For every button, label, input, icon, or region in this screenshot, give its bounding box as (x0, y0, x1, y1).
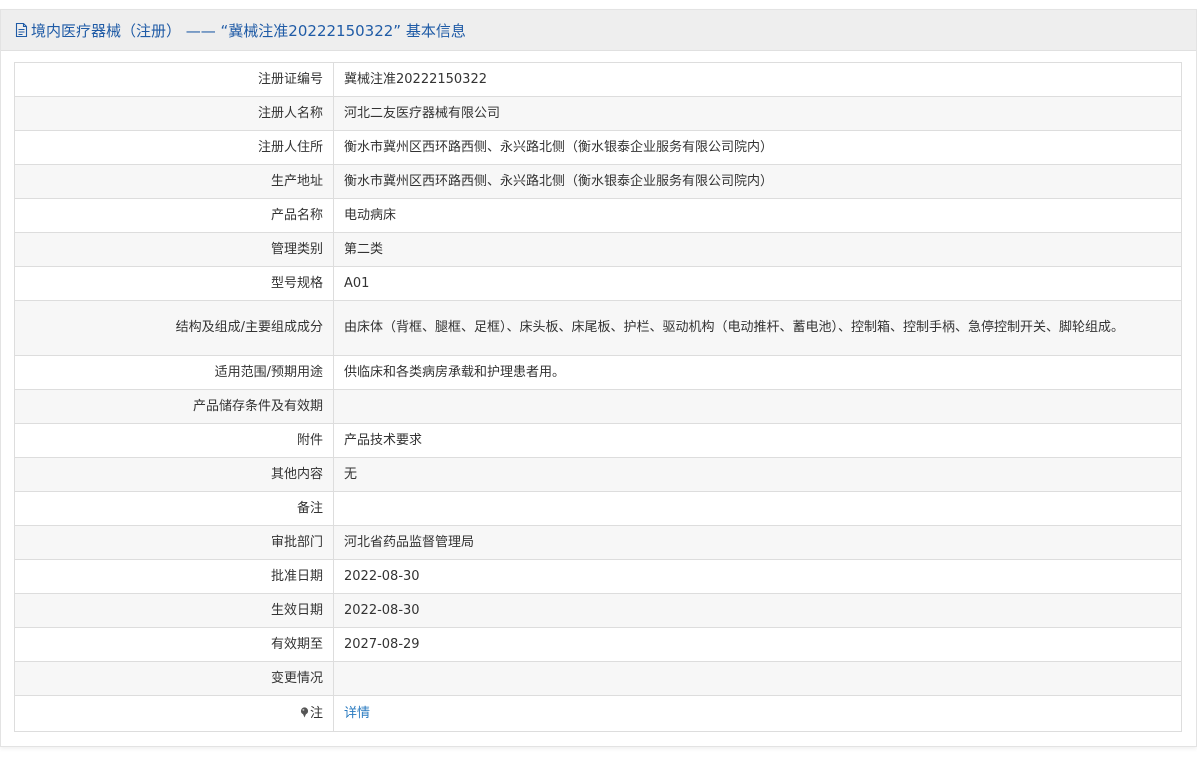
table-row: 产品储存条件及有效期 (14, 389, 1182, 424)
field-label: 其他内容 (14, 457, 334, 492)
field-label: 管理类别 (14, 232, 334, 267)
table-row: 备注 (14, 491, 1182, 526)
field-label: 生产地址 (14, 164, 334, 199)
note-row: 注 详情 (14, 695, 1182, 732)
field-value: 2027-08-29 (333, 627, 1182, 662)
table-row: 注册人名称 河北二友医疗器械有限公司 (14, 96, 1182, 131)
field-value (333, 661, 1182, 696)
field-label: 变更情况 (14, 661, 334, 696)
details-link[interactable]: 详情 (344, 706, 370, 721)
field-value: 衡水市冀州区西环路西侧、永兴路北侧（衡水银泰企业服务有限公司院内） (333, 130, 1182, 165)
table-row: 结构及组成/主要组成成分 由床体（背框、腿框、足框）、床头板、床尾板、护栏、驱动… (14, 300, 1182, 356)
table-row: 变更情况 (14, 661, 1182, 696)
field-label: 型号规格 (14, 266, 334, 301)
field-label: 注册证编号 (14, 62, 334, 97)
page-title: 境内医疗器械（注册） —— “冀械注准20222150322” 基本信息 (31, 21, 466, 40)
field-value: 河北二友医疗器械有限公司 (333, 96, 1182, 131)
field-label: 产品名称 (14, 198, 334, 233)
field-label: 产品储存条件及有效期 (14, 389, 334, 424)
table-row: 附件 产品技术要求 (14, 423, 1182, 458)
field-value (333, 389, 1182, 424)
panel-body: 注册证编号 冀械注准20222150322 注册人名称 河北二友医疗器械有限公司… (1, 51, 1196, 732)
info-table: 注册证编号 冀械注准20222150322 注册人名称 河北二友医疗器械有限公司… (14, 62, 1182, 732)
pin-icon (300, 706, 309, 717)
field-value (333, 491, 1182, 526)
table-row: 适用范围/预期用途 供临床和各类病房承载和护理患者用。 (14, 355, 1182, 390)
field-value: 产品技术要求 (333, 423, 1182, 458)
field-label: 注册人名称 (14, 96, 334, 131)
note-label: 注 (309, 705, 323, 721)
document-icon (15, 22, 28, 38)
field-label: 批准日期 (14, 559, 334, 594)
field-value: 河北省药品监督管理局 (333, 525, 1182, 560)
field-value: 衡水市冀州区西环路西侧、永兴路北侧（衡水银泰企业服务有限公司院内） (333, 164, 1182, 199)
table-row: 有效期至 2027-08-29 (14, 627, 1182, 662)
table-row: 审批部门 河北省药品监督管理局 (14, 525, 1182, 560)
field-value: 冀械注准20222150322 (333, 62, 1182, 97)
table-row: 生产地址 衡水市冀州区西环路西侧、永兴路北侧（衡水银泰企业服务有限公司院内） (14, 164, 1182, 199)
field-value: 电动病床 (333, 198, 1182, 233)
field-label: 审批部门 (14, 525, 334, 560)
table-row: 生效日期 2022-08-30 (14, 593, 1182, 628)
field-value: 供临床和各类病房承载和护理患者用。 (333, 355, 1182, 390)
table-row: 型号规格 A01 (14, 266, 1182, 301)
field-label: 生效日期 (14, 593, 334, 628)
field-label: 结构及组成/主要组成成分 (14, 300, 334, 356)
table-row: 产品名称 电动病床 (14, 198, 1182, 233)
field-value: 2022-08-30 (333, 559, 1182, 594)
field-value: A01 (333, 266, 1182, 301)
table-row: 批准日期 2022-08-30 (14, 559, 1182, 594)
field-label: 适用范围/预期用途 (14, 355, 334, 390)
field-value: 由床体（背框、腿框、足框）、床头板、床尾板、护栏、驱动机构（电动推杆、蓄电池）、… (333, 300, 1182, 356)
field-value: 第二类 (333, 232, 1182, 267)
table-row: 管理类别 第二类 (14, 232, 1182, 267)
registration-info-panel: 境内医疗器械（注册） —— “冀械注准20222150322” 基本信息 注册证… (0, 9, 1197, 747)
note-label-cell: 注 (14, 695, 334, 732)
table-row: 注册人住所 衡水市冀州区西环路西侧、永兴路北侧（衡水银泰企业服务有限公司院内） (14, 130, 1182, 165)
note-value-cell: 详情 (333, 695, 1182, 732)
field-label: 备注 (14, 491, 334, 526)
table-row: 其他内容 无 (14, 457, 1182, 492)
field-label: 注册人住所 (14, 130, 334, 165)
field-value: 无 (333, 457, 1182, 492)
table-row: 注册证编号 冀械注准20222150322 (14, 62, 1182, 97)
field-label: 附件 (14, 423, 334, 458)
field-label: 有效期至 (14, 627, 334, 662)
panel-header: 境内医疗器械（注册） —— “冀械注准20222150322” 基本信息 (1, 10, 1196, 51)
field-value: 2022-08-30 (333, 593, 1182, 628)
